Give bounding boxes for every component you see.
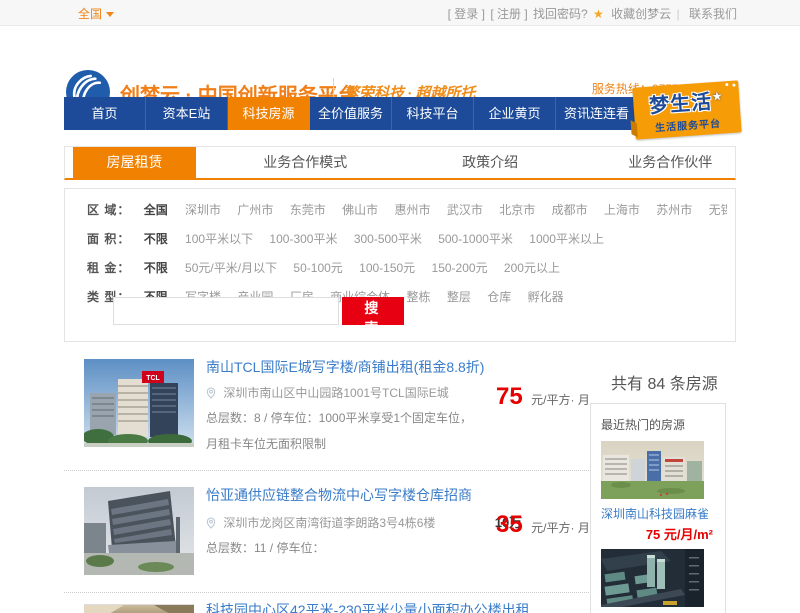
badge-star-icon: ★ — [711, 89, 724, 104]
listing-price: 75 元/平方· 月 — [496, 383, 590, 411]
forgot-password-link[interactable]: 找回密码? — [533, 7, 588, 21]
filter-option[interactable]: 深圳市 — [185, 203, 221, 217]
price-unit: 元/平方· 月 — [531, 393, 590, 407]
listing-photo-office[interactable] — [84, 604, 194, 613]
location-pin-icon — [206, 517, 216, 529]
page: 全国 [ 登录 ] [ 注册 ] 找回密码? ★ 收藏创梦云 | 联系我们 创梦… — [0, 0, 800, 613]
filter-option[interactable]: 佛山市 — [342, 203, 378, 217]
results-count: 共有 84 条房源 — [611, 370, 718, 394]
list-divider — [64, 592, 601, 593]
filter-selected[interactable]: 不限 — [144, 232, 168, 246]
region-selector[interactable]: 全国 — [78, 5, 114, 22]
listing-info: 科技园中心区42平米-230平米少量小面积办公楼出租 — [206, 600, 586, 613]
filter-option[interactable]: 50-100元 — [293, 261, 342, 275]
filter-option[interactable]: 北京市 — [499, 203, 535, 217]
listing-item: 科技园中心区42平米-230平米少量小面积办公楼出租 — [84, 598, 586, 613]
listing-item: TCL 南山TCL国际E城写字楼/商铺出租(租金8.8折) 深圳市南山区中山园路… — [84, 355, 586, 457]
filter-panel: 区 域： 全国 深圳市 广州市 东莞市 佛山市 惠州市 武汉市 北京市 成都市 … — [64, 188, 736, 342]
tab-cooperation-model[interactable]: 业务合作模式 — [236, 147, 375, 178]
filter-option[interactable]: 成都市 — [552, 203, 588, 217]
filter-option[interactable]: 500-1000平米 — [438, 232, 513, 246]
filter-option[interactable]: 东莞市 — [290, 203, 326, 217]
filter-option[interactable]: 孵化器 — [528, 290, 564, 304]
listing-photo-logistics[interactable] — [84, 487, 194, 575]
listing-details: 总层数：8 / 停车位：1000平米享受1个固定车位，月租卡车位无面积限制 — [206, 405, 480, 457]
filter-label: 区 域： — [87, 203, 130, 217]
listing-title[interactable]: 怡亚通供应链整合物流中心写字楼仓库招商 — [206, 485, 586, 505]
listing-details: 总层数：11 / 停车位： — [206, 535, 480, 561]
nav-item-capital[interactable]: 资本E站 — [146, 97, 228, 130]
filter-row-rent: 租 金： 不限 50元/平米/月以下 50-100元 100-150元 150-… — [87, 259, 727, 276]
filter-option[interactable]: 150-200元 — [432, 261, 488, 275]
filter-option[interactable]: 整栋 — [406, 290, 430, 304]
hot-listing-photo-science-park[interactable] — [601, 441, 704, 499]
user-links: [ 登录 ] [ 注册 ] 找回密码? ★ 收藏创梦云 | 联系我们 — [446, 5, 737, 22]
filter-option[interactable]: 1000平米以上 — [529, 232, 604, 246]
hot-listing-caption[interactable]: 深圳南山科技园麻雀 — [601, 505, 715, 522]
filter-option[interactable]: 100平米以下 — [185, 232, 253, 246]
svg-text:TCL: TCL — [146, 375, 160, 382]
filter-option[interactable]: 苏州市 — [656, 203, 692, 217]
filter-option[interactable]: 上海市 — [604, 203, 640, 217]
login-link[interactable]: [ 登录 ] — [448, 7, 485, 21]
search-input[interactable] — [113, 297, 339, 325]
filter-option[interactable]: 100-150元 — [359, 261, 415, 275]
region-label: 全国 — [78, 7, 102, 21]
filter-option[interactable]: 100-300平米 — [269, 232, 337, 246]
filter-option[interactable]: 仓库 — [487, 290, 511, 304]
filter-option[interactable]: 300-500平米 — [354, 232, 422, 246]
hot-listing-photo-aerial[interactable] — [601, 549, 704, 607]
filter-selected[interactable]: 全国 — [144, 203, 168, 217]
listing-photo-tcl[interactable]: TCL — [84, 359, 194, 447]
price-unit: 元/平方· 月 — [531, 521, 590, 535]
listing-title[interactable]: 科技园中心区42平米-230平米少量小面积办公楼出租 — [206, 600, 586, 613]
top-utility-bar: 全国 [ 登录 ] [ 注册 ] 找回密码? ★ 收藏创梦云 | 联系我们 — [0, 0, 800, 26]
favorite-link[interactable]: 收藏创梦云 — [611, 7, 671, 21]
link-divider: | — [677, 7, 680, 21]
nav-item-tech-platform[interactable]: 科技平台 — [392, 97, 474, 130]
filter-option[interactable]: 广州市 — [237, 203, 273, 217]
filter-label: 租 金： — [87, 261, 130, 275]
contact-link[interactable]: 联系我们 — [689, 7, 737, 21]
filter-option[interactable]: 50元/平米/月以下 — [185, 261, 277, 275]
listing-price: 35 元/平方· 月 — [496, 511, 590, 539]
nav-item-yellow-pages[interactable]: 企业黄页 — [474, 97, 556, 130]
filter-option[interactable]: 无锡市 — [709, 203, 727, 217]
filter-row-area: 面 积： 不限 100平米以下 100-300平米 300-500平米 500-… — [87, 230, 727, 247]
location-pin-icon — [206, 387, 216, 399]
filter-row-region: 区 域： 全国 深圳市 广州市 东莞市 佛山市 惠州市 武汉市 北京市 成都市 … — [87, 201, 727, 218]
hot-listings-panel: 最近热门的房源 深圳南山科技园麻雀 75 元/月/m² — [590, 403, 726, 613]
dream-life-badge[interactable]: 梦生活★ 生活服务平台 — [632, 80, 741, 139]
listing-title[interactable]: 南山TCL国际E城写字楼/商铺出租(租金8.8折) — [206, 357, 586, 377]
nav-item-full-value[interactable]: 全价值服务 — [310, 97, 392, 130]
tab-housing-rental[interactable]: 房屋租赁 — [73, 147, 196, 178]
register-link[interactable]: [ 注册 ] — [490, 7, 527, 21]
filter-selected[interactable]: 不限 — [144, 261, 168, 275]
filter-option[interactable]: 武汉市 — [447, 203, 483, 217]
nav-item-tech-housing[interactable]: 科技房源 — [228, 97, 310, 130]
nav-item-news[interactable]: 资讯连连看 — [556, 97, 638, 130]
star-icon: ★ — [593, 7, 604, 21]
filter-option[interactable]: 惠州市 — [394, 203, 430, 217]
nav-item-home[interactable]: 首页 — [64, 97, 146, 130]
search-button[interactable]: 搜 索 — [342, 297, 404, 325]
hot-listing-price: 75 元/月/m² — [601, 524, 713, 543]
hot-listings-title: 最近热门的房源 — [601, 416, 715, 433]
section-tabs: 房屋租赁 业务合作模式 政策介绍 业务合作伙伴 — [64, 146, 736, 180]
price-number: 35 — [496, 511, 523, 538]
list-divider — [64, 470, 601, 471]
tab-partners[interactable]: 业务合作伙伴 — [606, 147, 735, 178]
filter-label: 面 积： — [87, 232, 130, 246]
search-bar: 搜 索 — [113, 297, 404, 327]
tab-policy-intro[interactable]: 政策介绍 — [435, 147, 546, 178]
filter-option[interactable]: 整层 — [447, 290, 471, 304]
filter-option[interactable]: 200元以上 — [504, 261, 560, 275]
chevron-down-icon — [106, 12, 114, 17]
price-number: 75 — [496, 383, 523, 410]
listing-item: 怡亚通供应链整合物流中心写字楼仓库招商 深圳市龙岗区南湾街道李朗路3号4栋6楼 … — [84, 483, 586, 561]
